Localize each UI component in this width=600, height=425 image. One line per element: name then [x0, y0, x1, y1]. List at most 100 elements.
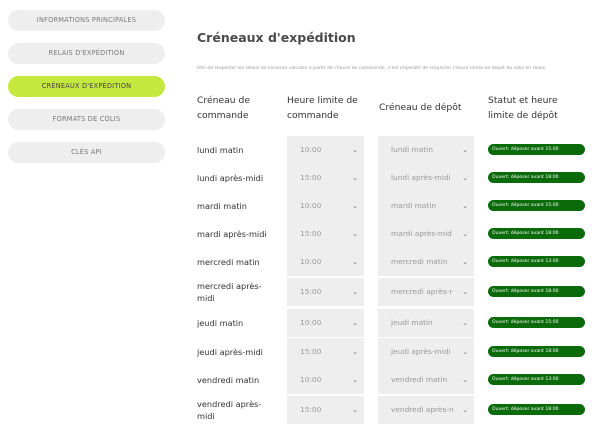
depot-select-value: lundi après-midi — [391, 173, 451, 182]
table-row: vendredi après-midi 15:00 ⌄ vendredi après-… — [197, 396, 592, 424]
header-status: Statut et heure limite de dépôt — [488, 93, 588, 123]
status-badge: Ouvert: déposer avant 13:00 — [488, 256, 585, 267]
table-row: jeudi après-midi 15:00 ⌄ jeudi après-midi ⌄ O… — [197, 338, 592, 366]
table-row: mercredi matin 10:00 ⌄ mercredi matin ⌄ Ouver… — [197, 248, 592, 276]
header-deadline-line: commande — [287, 110, 339, 121]
nav-creneaux-expedition[interactable]: CRÉNEAUX D'EXPÉDITION — [8, 76, 165, 97]
deadline-select[interactable]: 10:00 ⌄ — [287, 309, 364, 337]
depot-select[interactable]: mardi matin ⌄ — [378, 192, 474, 220]
depot-select-value: mardi après-mid — [391, 229, 452, 238]
chevron-down-icon: ⌄ — [352, 376, 358, 384]
deadline-select[interactable]: 15:00 ⌄ — [287, 396, 364, 424]
depot-select[interactable]: mercredi matin ⌄ — [378, 248, 474, 276]
table-row: vendredi matin 10:00 ⌄ vendredi matin ⌄ Ouver… — [197, 366, 592, 394]
deadline-select-value: 10:00 — [300, 145, 322, 154]
nav-relais-expedition[interactable]: RELAIS D'EXPÉDITION — [8, 43, 165, 64]
chevron-down-icon: ⌄ — [352, 174, 358, 182]
deadline-select-value: 15:00 — [300, 405, 322, 414]
deadline-select-value: 15:00 — [300, 287, 322, 296]
depot-select-value: mercredi matin — [391, 257, 448, 266]
deadline-select-value: 10:00 — [300, 375, 322, 384]
depot-select[interactable]: lundi après-midi ⌄ — [378, 164, 474, 192]
header-status-line: Statut et heure — [488, 95, 558, 106]
nav-cles-api[interactable]: CLÉS API — [8, 142, 165, 163]
depot-select-value: jeudi matin — [391, 318, 433, 327]
slot-label-line: mercredi après- — [197, 281, 262, 291]
chevron-down-icon: ⌄ — [352, 258, 358, 266]
header-deadline: Heure limite de commande — [287, 93, 377, 123]
status-badge: Ouvert: déposer avant 18:00 — [488, 346, 585, 357]
deadline-select-value: 10:00 — [300, 201, 322, 210]
status-badge: Ouvert: déposer avant 15:00 — [488, 317, 585, 328]
deadline-select[interactable]: 15:00 ⌄ — [287, 338, 364, 366]
page-title: Créneaux d'expédition — [197, 30, 356, 45]
slot-label: vendredi après-midi — [197, 398, 277, 422]
status-badge: Ouvert: déposer avant 18:00 — [488, 286, 585, 297]
nav-formats-colis[interactable]: FORMATS DE COLIS — [8, 109, 165, 130]
chevron-down-icon: ⌄ — [462, 202, 468, 210]
deadline-select-value: 10:00 — [300, 318, 322, 327]
header-depot: Créneau de dépôt — [379, 100, 479, 115]
slot-label: mardi matin — [197, 200, 277, 212]
slot-label: mercredi après-midi — [197, 280, 277, 304]
depot-select-value: mardi matin — [391, 201, 437, 210]
slot-label-line: jeudi matin — [197, 318, 244, 328]
slot-label-line: lundi matin — [197, 145, 244, 155]
header-depot-line: Créneau de dépôt — [379, 102, 462, 113]
depot-select-value: jeudi après-midi — [391, 347, 451, 356]
depot-select-value: mercredi après-r — [391, 287, 453, 296]
deadline-select-value: 15:00 — [300, 173, 322, 182]
slot-label: mercredi matin — [197, 256, 277, 268]
table-row: mercredi après-midi 15:00 ⌄ mercredi après-… — [197, 278, 592, 306]
slot-label-line: mercredi matin — [197, 257, 260, 267]
status-badge: Ouvert: déposer avant 18:00 — [488, 404, 585, 415]
slot-label-line: midi — [197, 293, 215, 303]
depot-select-value: vendredi après-n — [391, 405, 454, 414]
nav-informations-principales[interactable]: INFORMATIONS PRINCIPALES — [8, 10, 165, 31]
slot-label: jeudi matin — [197, 317, 277, 329]
header-slot-line: Créneau de — [197, 95, 250, 106]
depot-select[interactable]: lundi matin ⌄ — [378, 136, 474, 164]
table-row: lundi après-midi 15:00 ⌄ lundi après-midi ⌄ O… — [197, 164, 592, 192]
deadline-select[interactable]: 10:00 ⌄ — [287, 366, 364, 394]
depot-select[interactable]: jeudi après-midi ⌄ — [378, 338, 474, 366]
status-badge: Ouvert: déposer avant 18:00 — [488, 172, 585, 183]
depot-select-value: lundi matin — [391, 145, 433, 154]
chevron-down-icon: ⌄ — [352, 202, 358, 210]
table-row: jeudi matin 10:00 ⌄ jeudi matin ⌄ Ouvert: dép… — [197, 309, 592, 337]
chevron-down-icon: ⌄ — [462, 174, 468, 182]
status-badge: Ouvert: déposer avant 18:00 — [488, 228, 585, 239]
chevron-down-icon: ⌄ — [462, 376, 468, 384]
depot-select[interactable]: jeudi matin ⌄ — [378, 309, 474, 337]
slot-label: lundi après-midi — [197, 172, 277, 184]
chevron-down-icon: ⌄ — [462, 146, 468, 154]
slot-label: jeudi après-midi — [197, 346, 277, 358]
deadline-select[interactable]: 10:00 ⌄ — [287, 136, 364, 164]
header-slot-line: commande — [197, 110, 249, 121]
chevron-down-icon: ⌄ — [462, 319, 468, 327]
chevron-down-icon: ⌄ — [462, 258, 468, 266]
status-badge: Ouvert: déposer avant 15:00 — [488, 200, 585, 211]
table-row: mardi matin 10:00 ⌄ mardi matin ⌄ Ouvert: dép… — [197, 192, 592, 220]
sidebar: INFORMATIONS PRINCIPALES RELAIS D'EXPÉDI… — [8, 10, 165, 175]
chevron-down-icon: ⌄ — [462, 406, 468, 414]
deadline-select[interactable]: 10:00 ⌄ — [287, 248, 364, 276]
deadline-select[interactable]: 15:00 ⌄ — [287, 220, 364, 248]
table-row: lundi matin 10:00 ⌄ lundi matin ⌄ Ouvert: dép… — [197, 136, 592, 164]
deadline-select[interactable]: 15:00 ⌄ — [287, 278, 364, 306]
chevron-down-icon: ⌄ — [462, 288, 468, 296]
chevron-down-icon: ⌄ — [462, 348, 468, 356]
depot-select-value: vendredi matin — [391, 375, 448, 384]
deadline-select[interactable]: 15:00 ⌄ — [287, 164, 364, 192]
depot-select[interactable]: mercredi après-r ⌄ — [378, 278, 474, 306]
depot-select[interactable]: mardi après-mid ⌄ — [378, 220, 474, 248]
depot-select[interactable]: vendredi après-n ⌄ — [378, 396, 474, 424]
header-slot: Créneau de commande — [197, 93, 282, 123]
status-badge: Ouvert: déposer avant 13:00 — [488, 374, 585, 385]
slot-label-line: mardi après-midi — [197, 229, 267, 239]
chevron-down-icon: ⌄ — [462, 230, 468, 238]
slot-label-line: lundi après-midi — [197, 173, 264, 183]
intro-text: Afin de respecter les délais de livraiso… — [197, 66, 547, 71]
deadline-select[interactable]: 10:00 ⌄ — [287, 192, 364, 220]
depot-select[interactable]: vendredi matin ⌄ — [378, 366, 474, 394]
